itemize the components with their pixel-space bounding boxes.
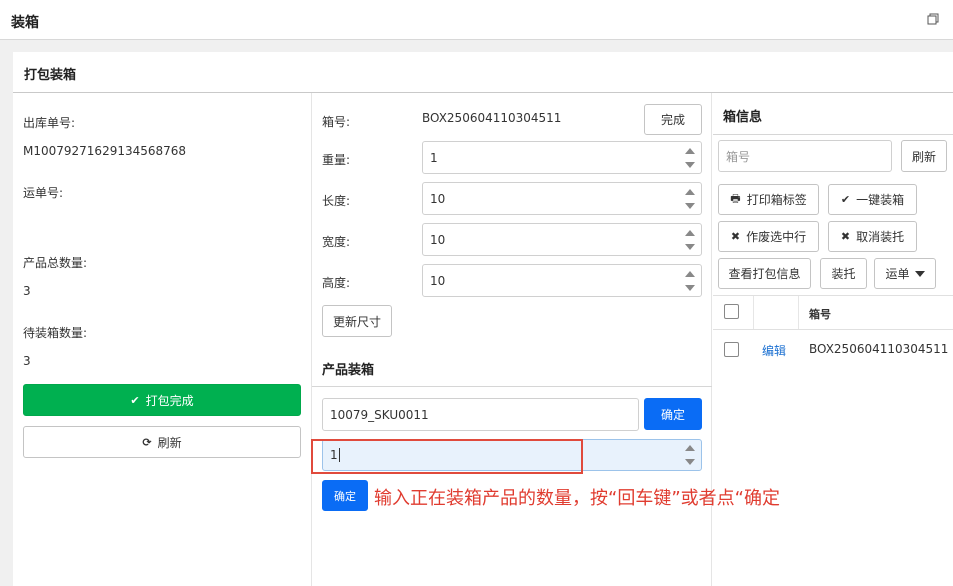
section-divider xyxy=(312,386,712,387)
order-summary-column: 出库单号: M10079271629134568768 运单号: 产品总数量: … xyxy=(13,93,312,586)
height-input-value: 10 xyxy=(430,273,446,288)
box-no-label: 箱号: xyxy=(322,115,351,129)
window-title: 装箱 xyxy=(11,15,39,31)
pallet-button[interactable]: 装托 xyxy=(820,258,867,289)
sku-confirm-label: 确定 xyxy=(660,407,685,422)
box-info-title: 箱信息 xyxy=(723,110,763,125)
box-form-column: 箱号: BOX250604110304511 完成 重量: 1 长度: 10 宽… xyxy=(312,93,712,586)
update-size-label: 更新尺寸 xyxy=(332,314,381,329)
finish-box-button[interactable]: 完成 xyxy=(644,104,702,135)
check-icon: ✔ xyxy=(840,193,851,206)
quantity-confirm-label: 确定 xyxy=(334,489,356,503)
refresh-order-label: 刷新 xyxy=(157,435,182,450)
restore-window-icon[interactable] xyxy=(927,13,939,25)
sku-input[interactable]: 10079_SKU0011 xyxy=(322,398,639,431)
pending-qty-label: 待装箱数量: xyxy=(23,326,88,340)
edit-link[interactable]: 编辑 xyxy=(762,342,786,359)
quantity-stepper-icon[interactable] xyxy=(685,445,695,465)
sku-input-value: 10079_SKU0011 xyxy=(330,407,429,422)
print-box-label-text: 打印箱标签 xyxy=(746,193,807,207)
box-refresh-label: 刷新 xyxy=(911,149,936,164)
height-input[interactable]: 10 xyxy=(422,264,702,297)
column-header-box-no: 箱号 xyxy=(809,308,831,321)
sku-confirm-button[interactable]: 确定 xyxy=(644,398,702,430)
close-icon: ✖ xyxy=(730,230,741,243)
select-all-checkbox[interactable] xyxy=(724,304,739,319)
panel-title: 打包装箱 xyxy=(24,68,77,83)
row-box-no: BOX250604110304511 xyxy=(809,342,949,356)
window-titlebar: 装箱 xyxy=(0,0,953,40)
void-selected-button[interactable]: ✖ 作废选中行 xyxy=(718,221,819,252)
col-divider xyxy=(798,296,799,329)
table-header-row: 箱号 xyxy=(713,296,953,329)
refresh-order-button[interactable]: ⟳ 刷新 xyxy=(23,426,301,458)
panel-header: 打包装箱 xyxy=(13,52,953,93)
pack-done-label: 打包完成 xyxy=(145,393,194,408)
pallet-label: 装托 xyxy=(831,267,856,281)
annotation-hint-text: 输入正在装箱产品的数量，按“回车键”或者点“确定 xyxy=(374,488,780,509)
height-stepper-icon[interactable] xyxy=(685,271,695,291)
waybill-dropdown-button[interactable]: 运单 xyxy=(874,258,936,289)
col-divider xyxy=(753,296,754,329)
outbound-no-value: M10079271629134568768 xyxy=(23,144,187,158)
box-info-divider xyxy=(713,134,953,135)
finish-box-label: 完成 xyxy=(660,113,685,127)
waybill-no-label: 运单号: xyxy=(23,186,64,200)
caret-down-icon xyxy=(914,270,925,277)
close-icon: ✖ xyxy=(840,230,851,243)
total-qty-value: 3 xyxy=(23,284,31,298)
waybill-dropdown-label: 运单 xyxy=(885,267,910,281)
view-pack-info-label: 查看打包信息 xyxy=(728,267,801,281)
printer-icon: 🖶 xyxy=(730,192,741,205)
weight-stepper-icon[interactable] xyxy=(685,148,695,168)
length-input[interactable]: 10 xyxy=(422,182,702,215)
cancel-pallet-button[interactable]: ✖ 取消装托 xyxy=(828,221,917,252)
table-row: 编辑 BOX250604110304511 xyxy=(713,330,953,368)
length-input-value: 10 xyxy=(430,191,446,206)
box-info-column: 箱信息 箱号 刷新 🖶 打印箱标签 ✔ 一键装箱 ✖ 作废选中行 ✖ 取消装托 … xyxy=(713,93,953,586)
quantity-confirm-button[interactable]: 确定 xyxy=(322,480,368,511)
box-refresh-button[interactable]: 刷新 xyxy=(901,140,947,172)
length-stepper-icon[interactable] xyxy=(685,189,695,209)
update-size-button[interactable]: 更新尺寸 xyxy=(322,305,392,337)
check-icon: ✔ xyxy=(130,393,140,407)
width-label: 宽度: xyxy=(322,235,351,249)
view-pack-info-button[interactable]: 查看打包信息 xyxy=(718,258,811,289)
box-no-value: BOX250604110304511 xyxy=(422,111,562,125)
width-stepper-icon[interactable] xyxy=(685,230,695,250)
outbound-no-label: 出库单号: xyxy=(23,116,76,130)
weight-label: 重量: xyxy=(322,153,351,167)
total-qty-label: 产品总数量: xyxy=(23,256,88,270)
weight-input[interactable]: 1 xyxy=(422,141,702,174)
pack-done-button[interactable]: ✔ 打包完成 xyxy=(23,384,301,416)
width-input-value: 10 xyxy=(430,232,446,247)
box-search-placeholder: 箱号 xyxy=(726,149,751,164)
pending-qty-value: 3 xyxy=(23,354,31,368)
annotation-highlight-box xyxy=(311,439,583,474)
refresh-icon: ⟳ xyxy=(142,435,152,449)
product-pack-title: 产品装箱 xyxy=(322,363,375,378)
one-click-pack-button[interactable]: ✔ 一键装箱 xyxy=(828,184,917,215)
one-click-pack-label: 一键装箱 xyxy=(856,193,905,207)
height-label: 高度: xyxy=(322,276,351,290)
length-label: 长度: xyxy=(322,194,351,208)
cancel-pallet-label: 取消装托 xyxy=(856,230,905,244)
void-selected-label: 作废选中行 xyxy=(746,230,807,244)
width-input[interactable]: 10 xyxy=(422,223,702,256)
box-search-input[interactable]: 箱号 xyxy=(718,140,892,172)
print-box-label-button[interactable]: 🖶 打印箱标签 xyxy=(718,184,819,215)
weight-input-value: 1 xyxy=(430,150,438,165)
row-checkbox[interactable] xyxy=(724,342,739,357)
